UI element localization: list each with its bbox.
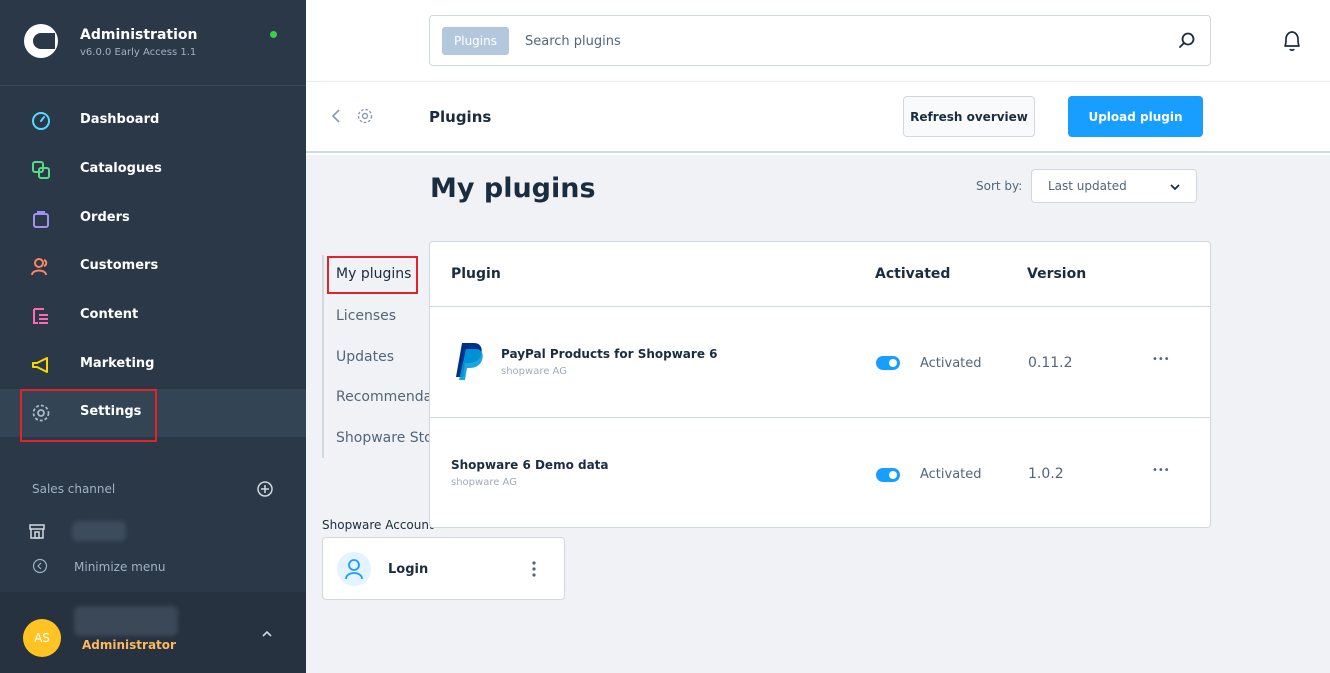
minimize-menu-label: Minimize menu — [74, 560, 166, 574]
chevron-left-icon[interactable] — [330, 107, 342, 125]
sidebar-item-label: Orders — [80, 210, 130, 225]
search-input[interactable] — [525, 28, 1125, 54]
tab-licenses[interactable]: Licenses — [336, 308, 396, 324]
kebab-menu-icon[interactable] — [527, 558, 541, 580]
table-row: Shopware 6 Demo data shopware AG Activat… — [430, 417, 1210, 528]
paypal-logo-icon — [456, 343, 483, 380]
main-content: My plugins Sort by: Last updated My plug… — [306, 155, 1330, 673]
shopware-account-label: Shopware Account — [322, 518, 434, 532]
chevron-left-circle-icon — [32, 558, 48, 574]
activated-status: Activated — [920, 356, 982, 371]
plugin-name[interactable]: Shopware 6 Demo data — [451, 458, 609, 472]
content-icon — [33, 308, 48, 324]
megaphone-icon — [32, 357, 48, 373]
sidebar-item-content[interactable]: Content — [0, 292, 306, 340]
settings-highlight-box — [20, 389, 157, 442]
column-header-version[interactable]: Version — [1027, 266, 1086, 282]
sidebar-item-label: Dashboard — [80, 112, 160, 127]
plugin-version: 1.0.2 — [1028, 466, 1064, 482]
user-icon — [337, 552, 371, 586]
upload-plugin-button[interactable]: Upload plugin — [1068, 96, 1203, 137]
search-icon[interactable] — [1177, 31, 1197, 51]
customers-icon — [31, 258, 48, 276]
sort-select[interactable]: Last updated — [1031, 169, 1197, 203]
sidebar: Administration v6.0.0 Early Access 1.1 D… — [0, 0, 306, 673]
dashboard-icon — [32, 112, 50, 130]
sidebar-item-orders[interactable]: Orders — [0, 195, 306, 243]
tab-shopware-store[interactable]: Shopware Store — [336, 430, 432, 446]
sidebar-item-catalogues[interactable]: Catalogues — [0, 146, 306, 194]
user-profile[interactable]: AS Administrator — [0, 592, 306, 673]
row-actions-button[interactable]: ••• — [1152, 354, 1170, 365]
top-bar: Plugins — [306, 0, 1330, 82]
activated-status: Activated — [920, 467, 982, 482]
bell-icon[interactable] — [1281, 29, 1303, 53]
plugin-version: 0.11.2 — [1028, 355, 1073, 371]
plugin-vendor: shopware AG — [451, 477, 517, 488]
column-header-plugin[interactable]: Plugin — [451, 266, 501, 282]
section-title: My plugins — [430, 173, 596, 204]
brand-header: Administration v6.0.0 Early Access 1.1 — [0, 0, 306, 86]
avatar: AS — [23, 619, 61, 657]
brand-version: v6.0.0 Early Access 1.1 — [80, 47, 197, 58]
orders-bag-icon — [33, 211, 49, 228]
sidebar-item-dashboard[interactable]: Dashboard — [0, 97, 306, 145]
sidebar-item-label: Content — [80, 307, 139, 322]
settings-gear-icon — [357, 108, 373, 124]
sidebar-item-label: Customers — [80, 258, 159, 273]
tab-updates[interactable]: Updates — [336, 349, 394, 365]
chevron-up-icon[interactable] — [261, 629, 273, 639]
sort-value: Last updated — [1048, 179, 1127, 193]
minimize-menu-button[interactable]: Minimize menu — [0, 552, 306, 582]
sort-label: Sort by: — [976, 179, 1023, 193]
activated-toggle[interactable] — [876, 468, 900, 482]
page-header: Plugins Refresh overview Upload plugin — [306, 83, 1330, 153]
login-button[interactable]: Login — [388, 562, 428, 577]
row-actions-button[interactable]: ••• — [1152, 465, 1170, 476]
activated-toggle[interactable] — [876, 356, 900, 370]
brand-title: Administration — [80, 27, 198, 43]
add-sales-channel-icon[interactable] — [256, 480, 274, 498]
sales-channel-label: Sales channel — [32, 482, 116, 496]
sidebar-item-label: Marketing — [80, 356, 155, 371]
tab-recommendations[interactable]: Recommendations — [336, 389, 432, 405]
active-tab-indicator — [322, 255, 324, 295]
shopware-account-card: Login — [322, 537, 565, 600]
page-title: Plugins — [429, 108, 492, 126]
plugin-vendor: shopware AG — [501, 366, 567, 377]
catalogue-icon — [32, 161, 50, 179]
shopware-logo-icon[interactable] — [24, 24, 58, 58]
refresh-overview-button[interactable]: Refresh overview — [903, 96, 1035, 137]
search-type-chip[interactable]: Plugins — [442, 27, 509, 55]
plugin-name[interactable]: PayPal Products for Shopware 6 — [501, 347, 718, 361]
chevron-down-icon — [1170, 184, 1180, 191]
my-plugins-highlight-box — [327, 256, 418, 294]
sidebar-item-customers[interactable]: Customers — [0, 243, 306, 291]
storefront-icon[interactable] — [28, 522, 46, 540]
blurred-sales-channel — [72, 521, 126, 541]
sidebar-item-marketing[interactable]: Marketing — [0, 341, 306, 389]
user-role: Administrator — [82, 638, 176, 652]
column-header-activated[interactable]: Activated — [875, 266, 950, 282]
blurred-user-name — [74, 606, 178, 636]
sidebar-item-label: Catalogues — [80, 161, 162, 176]
table-row: PayPal Products for Shopware 6 shopware … — [430, 306, 1210, 417]
search-bar[interactable]: Plugins — [429, 15, 1211, 66]
plugin-table: Plugin Activated Version PayPal Products… — [429, 241, 1211, 528]
online-status-dot — [270, 31, 277, 38]
